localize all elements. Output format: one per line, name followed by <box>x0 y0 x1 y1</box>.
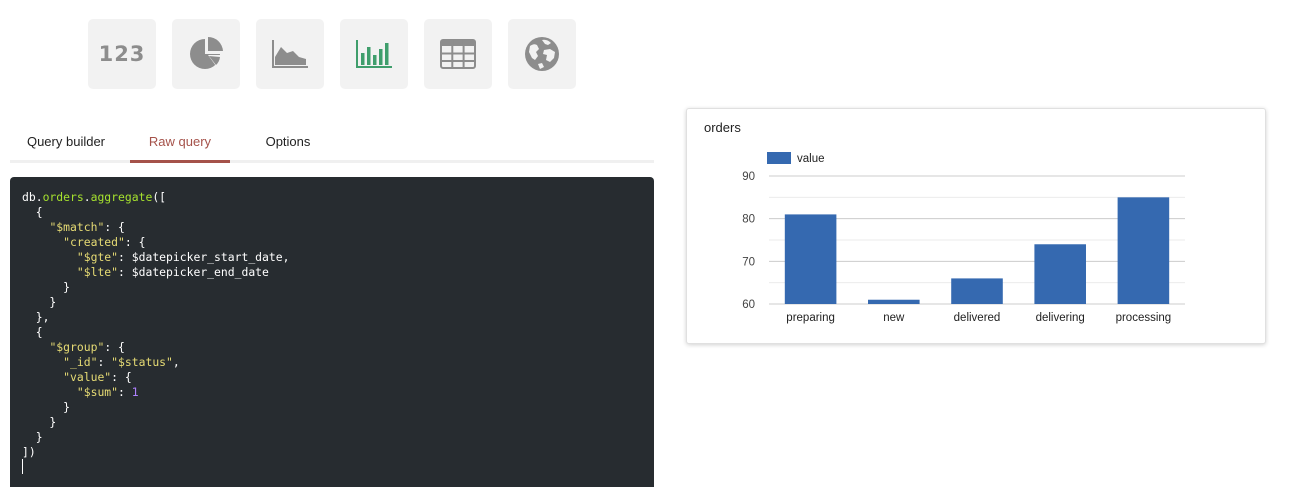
code-line: "$gte": $datepicker_start_date, <box>76 250 290 264</box>
code-line: { <box>22 205 43 219</box>
y-tick-label: 70 <box>742 256 755 268</box>
x-tick-label: processing <box>1116 312 1172 324</box>
code-line: } <box>22 295 57 309</box>
viz-area-button[interactable] <box>256 19 324 89</box>
bar-chart: 60 70 80 90 preparing new delivered delivering p… <box>742 152 1185 324</box>
tab-raw-query[interactable]: Raw query <box>130 128 230 163</box>
bar-processing <box>1117 197 1170 304</box>
code-line: "$group": { <box>49 340 125 354</box>
bar-preparing <box>784 214 837 304</box>
bar-delivered <box>951 278 1003 304</box>
code-line: db.orders.aggregate([ <box>22 190 167 204</box>
code-line: ]) <box>22 445 36 459</box>
x-tick-label: preparing <box>786 312 835 324</box>
bar-new <box>868 299 920 304</box>
viz-table-button[interactable] <box>424 19 492 89</box>
y-tick-label: 80 <box>742 214 755 226</box>
code-line: "$match": { <box>49 220 125 234</box>
viz-map-button[interactable] <box>508 19 576 89</box>
viz-number-button[interactable]: 123 <box>88 19 156 89</box>
x-tick-label: delivering <box>1036 312 1085 324</box>
y-tick-label: 90 <box>742 171 755 183</box>
code-line: { <box>22 325 43 339</box>
query-code: db.orders.aggregate([ { "$match": { "cre… <box>22 190 289 460</box>
text-cursor <box>22 459 23 474</box>
globe-icon <box>525 37 559 71</box>
table-icon <box>440 39 476 69</box>
code-line: "$sum": 1 <box>76 385 139 399</box>
legend-swatch <box>767 152 791 164</box>
tab-options[interactable]: Options <box>248 128 328 160</box>
code-line: } <box>22 430 43 444</box>
code-line: "created": { <box>63 235 146 249</box>
bar-delivering <box>1034 244 1086 304</box>
chart-card: orders 60 70 80 90 preparing new delivered deli… <box>686 108 1266 344</box>
query-tabs: Query builder Raw query Options <box>10 128 654 163</box>
code-line: "value": { <box>63 370 132 384</box>
code-line: "$lte": $datepicker_end_date <box>76 265 269 279</box>
number-icon: 123 <box>98 42 146 66</box>
code-line: } <box>22 400 71 414</box>
x-tick-label: new <box>883 312 905 324</box>
area-chart-icon <box>272 40 308 68</box>
pie-chart-icon <box>190 36 223 69</box>
y-tick-label: 60 <box>742 299 755 311</box>
x-tick-label: delivered <box>954 312 1001 324</box>
legend-label: value <box>797 153 825 165</box>
raw-query-editor[interactable]: db.orders.aggregate([ { "$match": { "cre… <box>10 177 654 487</box>
code-line: } <box>22 280 71 294</box>
viz-pie-button[interactable] <box>172 19 240 89</box>
code-line: "_id": "$status", <box>63 355 180 369</box>
code-line: } <box>22 415 57 429</box>
code-line: }, <box>22 310 50 324</box>
tab-query-builder[interactable]: Query builder <box>10 128 122 160</box>
bar-chart-icon <box>356 40 392 68</box>
viz-bar-button[interactable] <box>340 19 408 89</box>
